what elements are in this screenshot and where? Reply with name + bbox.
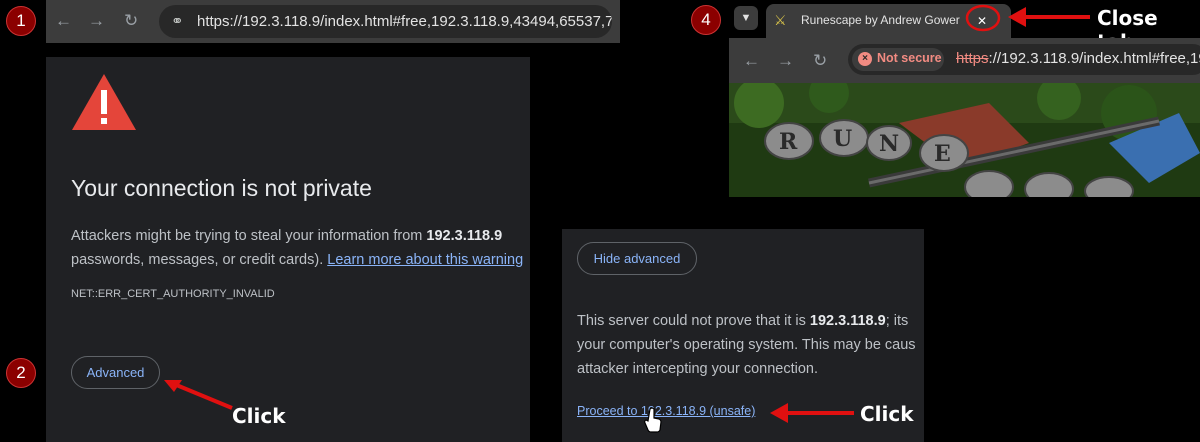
not-secure-icon: × — [858, 52, 872, 66]
arrow-right-icon[interactable]: → — [777, 52, 794, 69]
advanced-text: This server could not prove that it is — [577, 313, 810, 329]
warning-triangle-icon — [72, 74, 136, 130]
arrow-right-icon[interactable]: → — [88, 12, 105, 29]
sword-icon: ⚔ — [774, 12, 787, 28]
callout-click-proceed: Click — [860, 402, 914, 426]
url-scheme: https — [956, 50, 989, 67]
url-rest: ://192.3.118.9/index.html#free,192.3.118… — [988, 50, 1200, 67]
reload-icon[interactable]: ↻ — [124, 12, 138, 29]
arrow-to-proceed-icon — [770, 403, 854, 423]
address-bar-2[interactable]: × Not secure https://192.3.118.9/index.h… — [848, 44, 1200, 75]
address-bar[interactable]: ⚭ https://192.3.118.9/index.html#free,19… — [159, 5, 612, 38]
hand-cursor-icon — [644, 407, 662, 433]
runescape-logo-art: R U N E — [729, 83, 1200, 197]
logo-letter-n: N — [879, 131, 899, 157]
browser-toolbar-2: ← → ↻ × Not secure https://192.3.118.9/i… — [729, 38, 1200, 83]
page-title: Your connection is not private — [71, 175, 372, 201]
chevron-down-icon[interactable]: ▼ — [734, 6, 758, 30]
logo-letter-r: R — [779, 129, 798, 155]
step-badge-1: 1 — [6, 6, 36, 36]
logo-letter-e: E — [934, 141, 951, 167]
step-badge-2: 2 — [6, 358, 36, 388]
advanced-paragraph: This server could not prove that it is 1… — [577, 309, 924, 381]
url-text: https://192.3.118.9/index.html#free,192.… — [197, 13, 612, 30]
not-secure-chip[interactable]: × Not secure — [852, 48, 944, 71]
advanced-button[interactable]: Advanced — [71, 356, 160, 389]
error-code: NET::ERR_CERT_AUTHORITY_INVALID — [71, 288, 275, 300]
warning-paragraph: Attackers might be trying to steal your … — [71, 224, 530, 272]
step-badge-4: 4 — [691, 5, 721, 35]
highlight-circle-icon — [965, 4, 1001, 32]
globe-icon[interactable]: ⚭ — [171, 5, 184, 38]
tab-title: Runescape by Andrew Gower — [801, 13, 960, 27]
privacy-error-page: Your connection is not private Attackers… — [46, 57, 530, 442]
arrow-left-icon[interactable]: ← — [55, 12, 72, 29]
callout-click-advanced: Click — [232, 404, 286, 428]
browser-toolbar: ← → ↻ ⚭ https://192.3.118.9/index.html#f… — [46, 0, 620, 43]
host-name: 192.3.118.9 — [809, 313, 886, 329]
host-name: 192.3.118.9 — [426, 228, 503, 244]
arrow-left-icon[interactable]: ← — [743, 52, 760, 69]
arrow-to-advanced-icon — [164, 380, 233, 410]
learn-more-link[interactable]: Learn more about this warning — [327, 252, 523, 268]
advanced-text: your computer's operating system. This m… — [577, 337, 916, 353]
proceed-unsafe-link[interactable]: Proceed to 192.3.118.9 (unsafe) — [577, 404, 755, 418]
not-secure-label: Not secure — [877, 51, 942, 65]
warning-text: passwords, messages, or credit cards). — [71, 252, 328, 268]
arrow-to-close-icon — [1008, 7, 1090, 27]
advanced-text: ; its — [885, 313, 909, 329]
reload-icon[interactable]: ↻ — [813, 52, 827, 69]
warning-text: Attackers might be trying to steal your … — [71, 228, 427, 244]
advanced-text: attacker intercepting your connection. — [577, 361, 818, 377]
logo-letter-u: U — [833, 126, 852, 152]
hide-advanced-button[interactable]: Hide advanced — [577, 242, 697, 275]
url-text: https://192.3.118.9/index.html#free,192.… — [956, 50, 1200, 67]
